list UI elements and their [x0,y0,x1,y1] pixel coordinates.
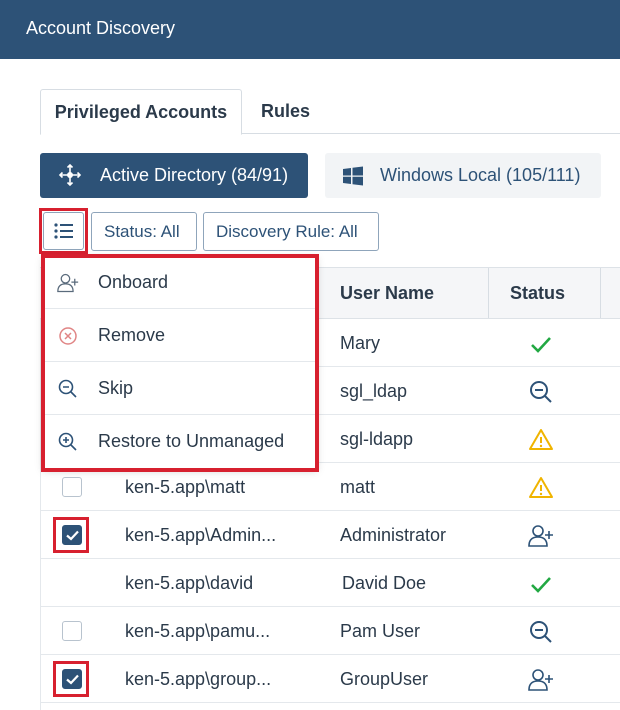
warning-icon [529,477,553,498]
user-name-cell: Mary [340,333,380,353]
row-checkbox[interactable] [62,621,82,641]
page-title: Account Discovery [26,18,176,38]
account-cell: ken-5.app\pamu... [125,621,271,641]
user-name-cell: sgl_ldap [340,381,408,401]
tab-rules[interactable]: Rules [261,89,310,134]
user-name-cell: David Doe [342,573,427,593]
tab-bar: Privileged Accounts Rules [40,89,620,135]
account-cell: ken-5.app\Admin... [125,525,277,545]
table-row[interactable]: ken-5.app\Admin... Administrator [40,511,620,559]
user-name-cell: matt [340,477,376,497]
highlight-box-checkbox [53,517,89,553]
user-plus-icon [528,525,553,547]
check-icon [531,337,551,353]
user-plus-icon [528,669,553,691]
user-name-cell: sgl-ldapp [340,429,414,449]
windows-icon [343,166,363,186]
windows-local-label: Windows Local (105/111) [380,165,581,185]
user-name-cell: Administrator [340,525,447,545]
column-header-user-name[interactable]: User Name [340,268,434,318]
table-row[interactable]: ken-5.app\group... GroupUser [40,655,620,703]
table-row[interactable]: ken-5.app\pamu... Pam User [40,607,620,655]
highlight-box-list-button [39,208,88,254]
warning-icon [529,429,553,450]
table-row[interactable]: ken-5.app\david David Doe [40,559,620,607]
column-separator [600,268,601,318]
zoom-out-icon [530,381,552,403]
discovery-rule-filter[interactable]: Discovery Rule: All [203,212,379,251]
windows-local-button[interactable]: Windows Local (105/111) [325,153,601,198]
account-cell: ken-5.app\david [125,573,254,593]
top-bar: Account Discovery [0,0,620,59]
account-cell: ken-5.app\group... [125,669,272,689]
row-checkbox[interactable] [62,477,82,497]
active-directory-label: Active Directory (84/91) [100,165,289,185]
account-cell: ken-5.app\matt [125,477,246,497]
zoom-out-icon [530,621,552,643]
status-filter[interactable]: Status: All [91,212,197,251]
highlight-box-menu [41,254,319,472]
highlight-box-checkbox [53,661,89,697]
user-name-cell: Pam User [340,621,421,641]
active-directory-button[interactable]: Active Directory (84/91) [40,153,308,198]
user-name-cell: GroupUser [340,669,429,689]
tab-privileged-accounts[interactable]: Privileged Accounts [40,89,242,135]
column-header-status[interactable]: Status [510,268,565,318]
network-icon [58,163,82,187]
column-separator [488,268,489,318]
check-icon [531,577,551,593]
